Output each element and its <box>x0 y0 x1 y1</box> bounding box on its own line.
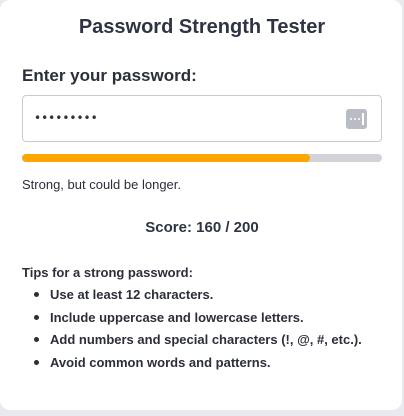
bullet-icon <box>34 359 39 365</box>
password-tester-card: Password Strength Tester Enter your pass… <box>0 0 402 410</box>
tip-item: Include uppercase and lowercase letters. <box>34 308 364 327</box>
strength-feedback: Strong, but could be longer. <box>22 177 182 192</box>
tips-title: Tips for a strong password: <box>22 265 193 280</box>
tip-text: Avoid common words and patterns. <box>50 354 271 370</box>
page-title: Password Strength Tester <box>78 16 326 38</box>
bullet-icon <box>34 337 39 342</box>
reveal-bar <box>362 113 364 125</box>
strength-bar-fill <box>22 154 310 162</box>
tip-item: Use at least 12 characters. <box>34 285 364 304</box>
bullet-icon <box>34 314 39 320</box>
tip-text: Use at least 12 characters. <box>50 287 214 302</box>
password-input-field[interactable]: ••••••••• <box>22 95 382 142</box>
strength-bar-track <box>22 154 382 162</box>
reveal-dot <box>350 118 352 120</box>
tip-item: Avoid common words and patterns. <box>34 353 364 372</box>
password-value[interactable]: ••••••••• <box>34 111 98 125</box>
bullet-icon <box>34 292 39 297</box>
password-label: Enter your password: <box>22 66 197 85</box>
tip-item: Add numbers and special characters (!, @… <box>34 330 364 349</box>
reveal-dot <box>358 118 360 120</box>
score-text: Score: 160 / 200 <box>145 219 259 236</box>
reveal-dot <box>354 118 356 120</box>
tips-list: Use at least 12 characters. Include uppe… <box>34 285 364 375</box>
tip-text: Include uppercase and lowercase letters. <box>50 309 304 325</box>
password-reveal-icon[interactable] <box>346 109 367 129</box>
tip-text: Add numbers and special characters (!, @… <box>50 332 362 347</box>
